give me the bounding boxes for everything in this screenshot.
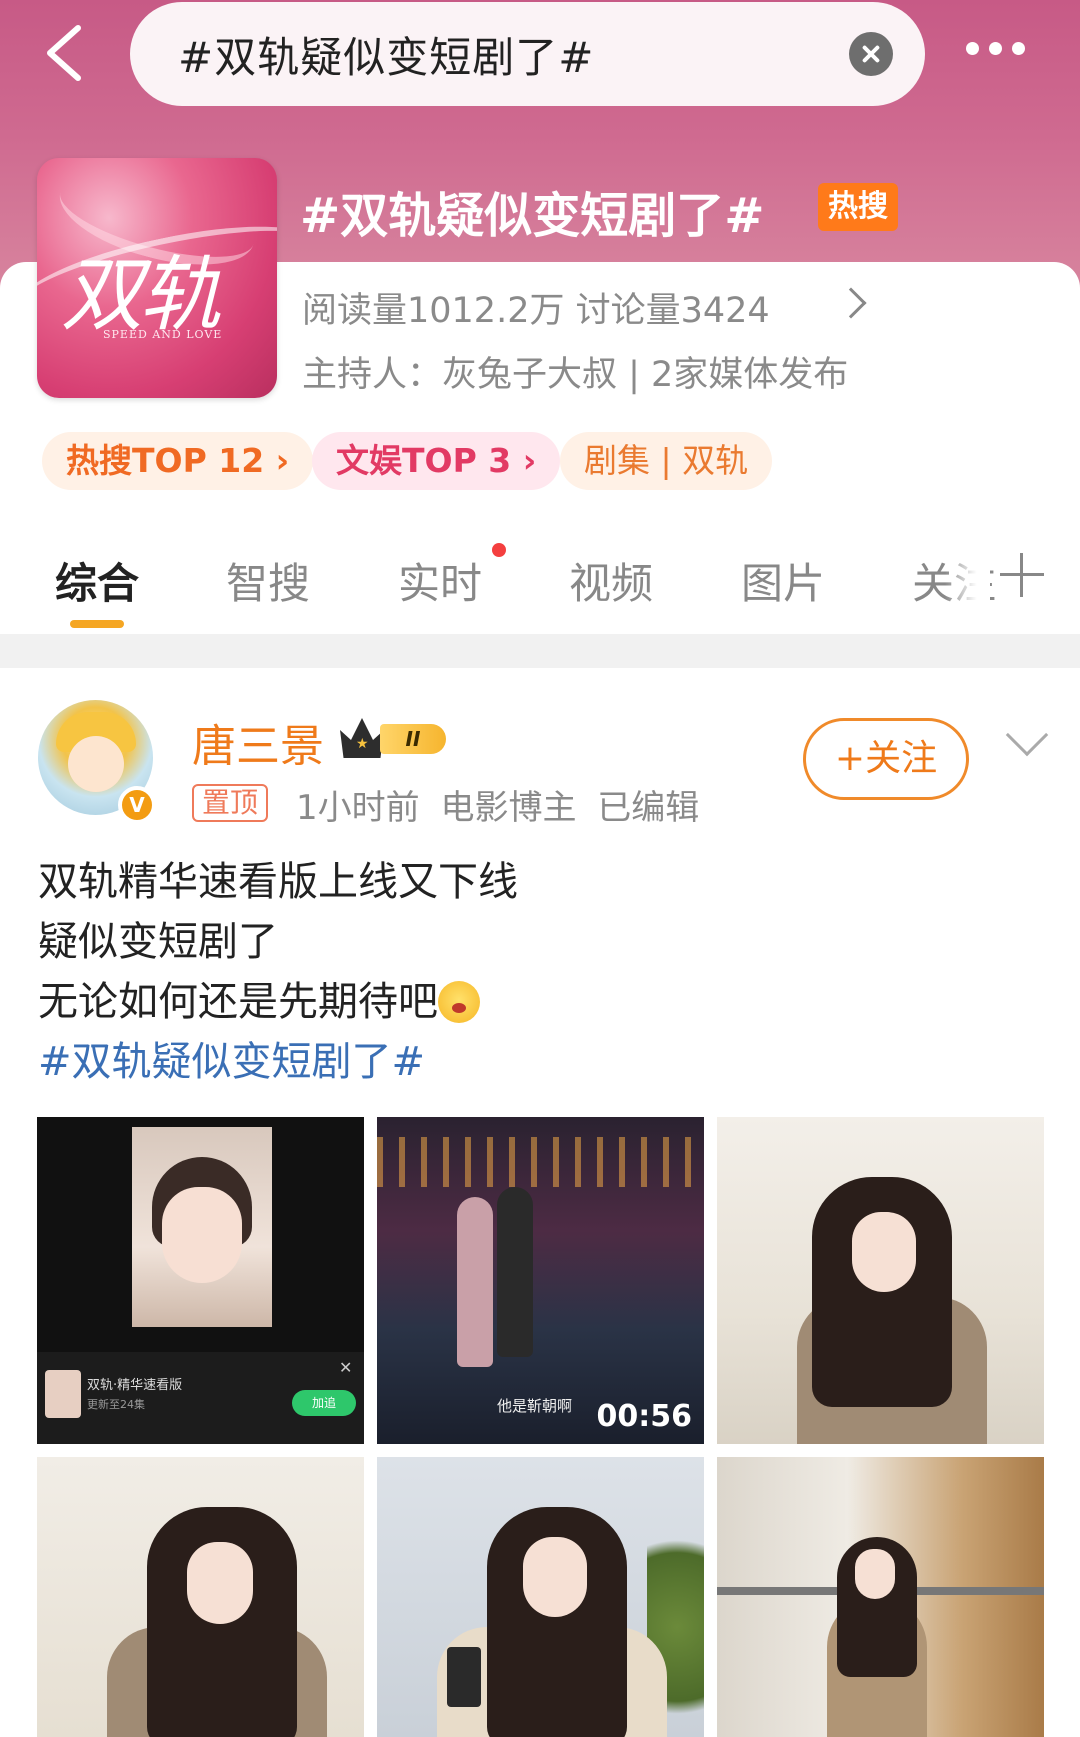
chip-drama[interactable]: 剧集 | 双轨 — [560, 432, 773, 490]
cover-subtitle: SPEED AND LOVE — [103, 328, 223, 341]
active-tab-indicator — [70, 620, 124, 628]
cry-face-icon — [438, 981, 480, 1023]
pinned-tag: 置顶 — [192, 784, 269, 822]
tab-fade — [945, 530, 990, 620]
back-arrow-icon[interactable] — [38, 18, 98, 88]
tab-video[interactable]: 视频 — [569, 550, 653, 611]
clear-icon[interactable] — [849, 32, 893, 76]
mini-drama-title: 双轨·精华速看版 — [87, 1378, 183, 1393]
post-image-1[interactable]: ✕ 双轨·精华速看版 更新至24集 加追 — [37, 1117, 364, 1444]
tab-realtime[interactable]: 实时 — [398, 550, 482, 611]
follow-drama-button: 加追 — [292, 1390, 356, 1416]
post-video-thumbnail[interactable]: 他是靳朝啊 00:56 — [377, 1117, 704, 1444]
topic-host[interactable]: 主持人：灰兔子大叔 | 2家媒体发布 — [302, 346, 848, 397]
more-icon[interactable] — [966, 40, 1036, 62]
post-image-3[interactable] — [717, 1117, 1044, 1444]
add-tab-icon[interactable] — [1000, 553, 1044, 597]
post-line: 双轨精华速看版上线又下线 — [38, 859, 518, 905]
post-line: 疑似变短剧了 — [38, 919, 278, 965]
post-hashtag-link[interactable]: #双轨疑似变短剧了# — [38, 1032, 518, 1092]
tab-bar: 综合 智搜 实时 视频 图片 关注 — [0, 530, 1080, 634]
vip-level: II — [380, 724, 446, 754]
post-text: 双轨精华速看版上线又下线 疑似变短剧了 无论如何还是先期待吧 #双轨疑似变短剧了… — [38, 852, 518, 1092]
new-content-dot — [492, 543, 506, 557]
search-input[interactable]: #双轨疑似变短剧了# — [130, 2, 925, 106]
video-subtitle: 他是靳朝啊 — [497, 1397, 573, 1415]
follow-button[interactable]: +关注 — [803, 718, 969, 800]
tab-smart-search[interactable]: 智搜 — [226, 550, 310, 611]
post-meta: 1小时前 电影博主 已编辑 — [296, 788, 700, 828]
video-duration: 00:56 — [596, 1399, 693, 1434]
tab-comprehensive[interactable]: 综合 — [55, 550, 139, 611]
topic-stats[interactable]: 阅读量1012.2万 讨论量3424 — [302, 282, 770, 333]
topic-title: #双轨疑似变短剧了# — [300, 188, 765, 244]
chip-entertainment-rank[interactable]: 文娱TOP 3 › — [312, 432, 561, 490]
vip-crown-icon[interactable]: ★ II — [340, 718, 452, 758]
hot-search-badge: 热搜 — [818, 183, 898, 231]
section-divider — [0, 634, 1080, 668]
post-line: 无论如何还是先期待吧 — [38, 979, 438, 1025]
tab-images[interactable]: 图片 — [741, 550, 825, 611]
author-name[interactable]: 唐三景 — [192, 710, 324, 774]
chip-hot-search-rank[interactable]: 热搜TOP 12 › — [42, 432, 314, 490]
mini-drama-episodes: 更新至24集 — [87, 1398, 145, 1411]
search-query: #双轨疑似变短剧了# — [178, 33, 595, 82]
post-image-6[interactable] — [717, 1457, 1044, 1737]
chevron-down-icon[interactable] — [1005, 713, 1049, 757]
close-icon: ✕ — [339, 1358, 353, 1377]
topic-cover-image[interactable]: 双轨 SPEED AND LOVE — [37, 158, 277, 398]
post-image-5[interactable] — [377, 1457, 704, 1737]
post-image-4[interactable] — [37, 1457, 364, 1737]
verified-icon: V — [118, 786, 156, 824]
